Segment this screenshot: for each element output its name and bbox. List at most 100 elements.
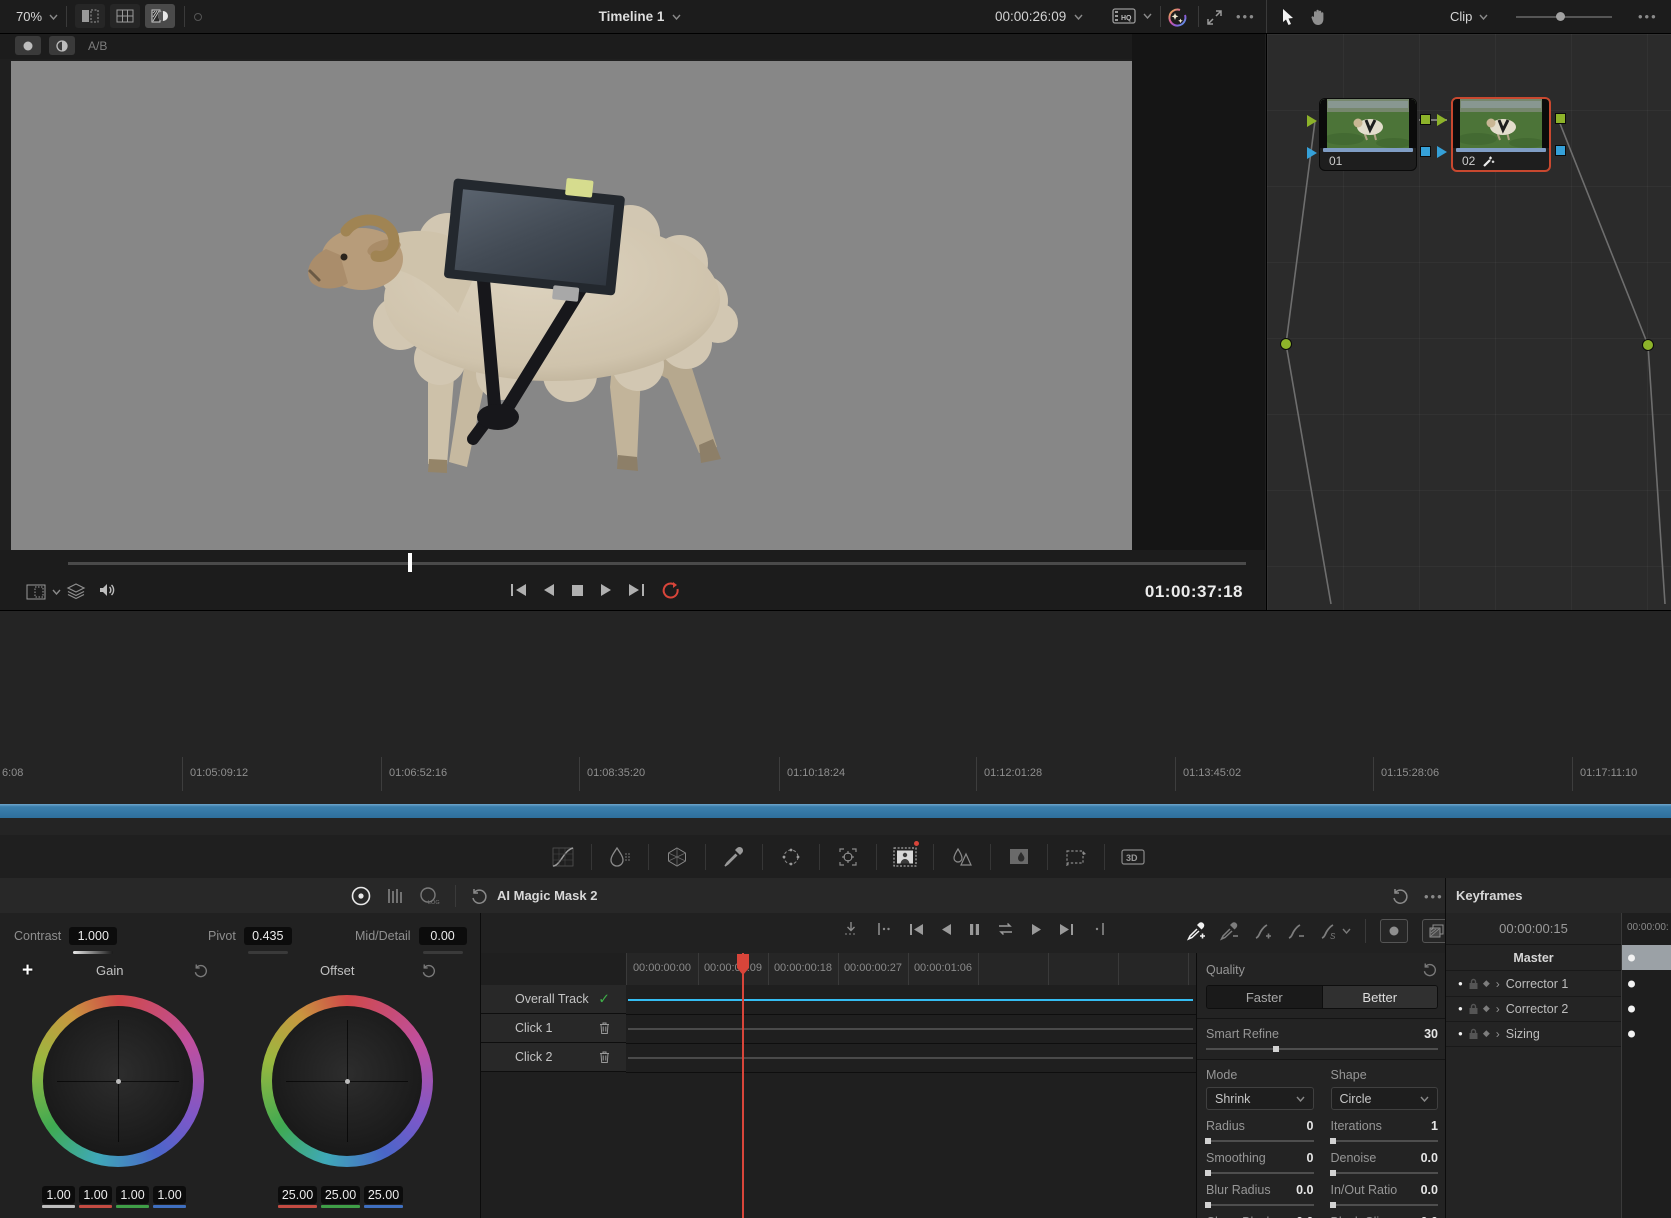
node-01-key-output-port[interactable] xyxy=(1420,146,1431,157)
gain-color-wheel[interactable] xyxy=(32,995,204,1167)
contrast-mini-slider[interactable] xyxy=(73,951,113,954)
click-1-keyframe-line[interactable] xyxy=(628,1028,1193,1030)
picker-add-tool[interactable] xyxy=(1187,922,1206,941)
wheel-center-dot[interactable] xyxy=(345,1079,350,1084)
lock-icon[interactable] xyxy=(1468,978,1479,990)
corrector-1-row[interactable]: ● ◆ › Corrector 1 xyxy=(1446,971,1621,997)
blur-palette-button[interactable] xyxy=(939,835,985,878)
smoothing-slider[interactable] xyxy=(1206,1172,1314,1174)
click-2-row[interactable]: Click 2 xyxy=(481,1043,626,1072)
radius-value[interactable]: 0 xyxy=(1307,1119,1314,1133)
master-row[interactable]: Master xyxy=(1446,945,1621,971)
keyframe-dot[interactable] xyxy=(1628,1030,1635,1037)
viewer-options-menu[interactable]: ••• xyxy=(1236,9,1256,24)
overall-track-keyframe-line[interactable] xyxy=(628,999,1193,1001)
node-options-menu[interactable]: ••• xyxy=(1638,9,1658,24)
wheel-center-dot[interactable] xyxy=(116,1079,121,1084)
enable-dot-icon[interactable]: ● xyxy=(1458,1029,1463,1038)
pivot-value[interactable]: 0.435 xyxy=(244,927,292,945)
play-button[interactable] xyxy=(600,583,612,597)
hand-tool-button[interactable] xyxy=(1306,5,1330,29)
keyframe-diamond-icon[interactable]: ◆ xyxy=(1483,1028,1490,1039)
ai-enhance-button[interactable] xyxy=(1166,6,1188,28)
keyframe-diamond-icon[interactable]: ◆ xyxy=(1483,1003,1490,1014)
expand-chevron-icon[interactable]: › xyxy=(1496,1027,1500,1041)
node-02-rgb-output-port[interactable] xyxy=(1555,113,1566,124)
gain-reset-button[interactable] xyxy=(192,962,209,979)
track-to-start-button[interactable] xyxy=(909,923,924,936)
reset-mask-button[interactable] xyxy=(1390,886,1410,906)
offset-color-wheel[interactable] xyxy=(261,995,433,1167)
layers-button[interactable] xyxy=(66,582,86,600)
sizing-palette-button[interactable] xyxy=(1053,835,1099,878)
slider-knob[interactable] xyxy=(1330,1138,1336,1144)
overall-track-row[interactable]: Overall Track ✓ xyxy=(481,985,626,1014)
step-back-button[interactable] xyxy=(543,583,555,597)
quality-better-option[interactable]: Better xyxy=(1322,986,1438,1008)
audio-mute-button[interactable] xyxy=(98,582,116,598)
node-02-selected[interactable]: 02 xyxy=(1451,97,1551,172)
track-back-button[interactable] xyxy=(941,923,952,936)
corrector-1-lane[interactable] xyxy=(1622,971,1671,996)
blur-radius-value[interactable]: 0.0 xyxy=(1296,1183,1313,1197)
grid-view-button[interactable] xyxy=(110,4,140,28)
sizing-row[interactable]: ● ◆ › Sizing xyxy=(1446,1021,1621,1047)
lock-icon[interactable] xyxy=(1468,1028,1479,1040)
node-02-key-output-port[interactable] xyxy=(1555,145,1566,156)
magic-mask-palette-button[interactable] xyxy=(882,835,928,878)
source-timecode-dropdown[interactable]: 00:00:26:09 xyxy=(995,0,1083,33)
mask-overlay-toggle[interactable] xyxy=(1380,919,1408,943)
denoise-slider[interactable] xyxy=(1331,1172,1439,1174)
smart-refine-slider[interactable] xyxy=(1206,1048,1438,1050)
offset-reset-button[interactable] xyxy=(420,962,437,979)
track-bidirectional-button[interactable] xyxy=(997,922,1014,936)
delete-track-button[interactable] xyxy=(599,1022,610,1035)
inout-ratio-slider[interactable] xyxy=(1331,1204,1439,1206)
contrast-control[interactable]: Contrast 1.000 xyxy=(14,927,117,945)
track-to-end-button[interactable] xyxy=(1059,923,1074,936)
mid-detail-value[interactable]: 0.00 xyxy=(419,927,467,945)
viewer-mode-dropdown[interactable] xyxy=(26,584,61,600)
contrast-value[interactable]: 1.000 xyxy=(69,927,117,945)
slider-knob[interactable] xyxy=(1556,12,1565,21)
iterations-value[interactable]: 1 xyxy=(1431,1119,1438,1133)
smart-refine-value[interactable]: 30 xyxy=(1424,1027,1438,1041)
stroke-size-dropdown[interactable]: S xyxy=(1319,922,1351,941)
node-01[interactable]: 01 xyxy=(1319,98,1417,171)
keyframe-dot[interactable] xyxy=(1628,980,1635,987)
pause-tracking-button[interactable] xyxy=(969,923,980,936)
click-1-row[interactable]: Click 1 xyxy=(481,1014,626,1043)
node-02-rgb-input-port[interactable] xyxy=(1437,114,1447,126)
curves-palette-button[interactable] xyxy=(540,835,586,878)
viewer-scrub-playhead[interactable] xyxy=(408,553,412,572)
picker-subtract-tool[interactable] xyxy=(1220,922,1239,941)
mask-playhead-line[interactable] xyxy=(742,953,744,1218)
reset-palette-button[interactable] xyxy=(469,886,489,906)
gain-r-value[interactable]: 1.00 xyxy=(79,1186,112,1208)
primaries-wheels-tab[interactable] xyxy=(350,885,372,907)
keyframe-diamond-icon[interactable]: ◆ xyxy=(1483,978,1490,989)
mask-playhead-handle[interactable] xyxy=(735,953,751,977)
wipe-compare-button[interactable] xyxy=(145,4,175,28)
track-out-button[interactable] xyxy=(1091,922,1107,936)
edit-timeline[interactable]: 6:08 01:05:09:12 01:06:52:16 01:08:35:20… xyxy=(0,610,1671,836)
color-warper-palette-button[interactable] xyxy=(597,835,643,878)
offset-b-value[interactable]: 25.00 xyxy=(364,1186,403,1208)
bypass-grades-button[interactable] xyxy=(15,36,41,55)
viewer-scrub-bar[interactable] xyxy=(68,562,1246,565)
timeline-clip-bar[interactable] xyxy=(0,804,1671,818)
corrector-2-lane[interactable] xyxy=(1622,996,1671,1021)
sizing-lane[interactable] xyxy=(1622,1021,1671,1046)
viewer-canvas[interactable] xyxy=(11,61,1132,550)
expand-chevron-icon[interactable]: › xyxy=(1496,1002,1500,1016)
pivot-control[interactable]: Pivot 0.435 xyxy=(208,927,292,945)
timeline-selector[interactable]: Timeline 1 xyxy=(560,0,720,33)
slider-knob[interactable] xyxy=(1273,1046,1279,1052)
slider-knob[interactable] xyxy=(1205,1138,1211,1144)
node-01-key-input-port[interactable] xyxy=(1307,147,1317,159)
slider-knob[interactable] xyxy=(1205,1202,1211,1208)
track-forward-button[interactable] xyxy=(1031,923,1042,936)
node-zoom-slider[interactable] xyxy=(1516,16,1612,18)
enable-dot-icon[interactable]: ● xyxy=(1458,979,1463,988)
key-palette-button[interactable] xyxy=(996,835,1042,878)
